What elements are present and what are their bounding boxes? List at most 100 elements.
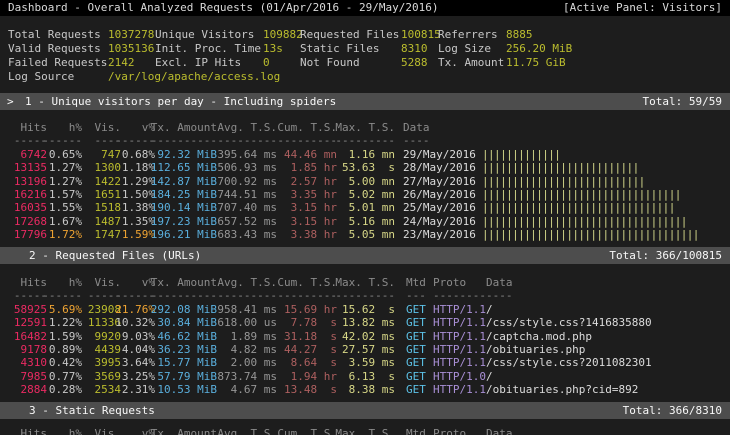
- summary-label: Excl. IP Hits: [155, 56, 241, 69]
- cell-proto: HTTP/1.1: [433, 330, 486, 343]
- cell-proto: HTTP/1.1: [433, 383, 486, 396]
- cell-mtd: GET: [406, 370, 426, 383]
- summary-value: 5288: [401, 56, 428, 69]
- table-row[interactable]: 177961.72%17471.59%196.21 MiB683.43 ms3.…: [0, 228, 730, 241]
- table-row[interactable]: 172681.67%14871.35%197.23 MiB657.52 ms3.…: [0, 215, 730, 228]
- column-header-max: Max. T.S.: [315, 427, 395, 435]
- active-panel-indicator: [Active Panel: Visitors]: [563, 0, 722, 16]
- summary-label: Valid Requests: [8, 42, 101, 55]
- table-row[interactable]: 43100.42%39953.64%15.77 MiB2.00 ms8.64 s…: [0, 356, 730, 369]
- cell-data: /: [486, 303, 493, 316]
- summary-value: 109882: [263, 28, 303, 41]
- summary-label: Failed Requests: [8, 56, 107, 69]
- cell-data: 28/May/2016: [403, 161, 476, 174]
- column-header-data: Data: [486, 276, 513, 289]
- summary-value: 0: [263, 56, 270, 69]
- panel-header-unique-visitors[interactable]: > 1 - Unique visitors per day - Includin…: [0, 93, 730, 110]
- cell-mtd: GET: [406, 330, 426, 343]
- panel-total-count: Total: 59/59: [643, 93, 722, 110]
- panel-header-requested-files[interactable]: 2 - Requested Files (URLs) Total: 366/10…: [0, 247, 730, 264]
- cell-max: 3.59 ms: [315, 356, 395, 369]
- summary-value: 256.20 MiB: [506, 42, 572, 55]
- cell-data: 23/May/2016: [403, 228, 476, 241]
- column-underline: --------: [433, 289, 486, 302]
- panel-header-static-requests[interactable]: 3 - Static Requests Total: 366/8310: [0, 402, 730, 419]
- panel-total-count: Total: 366/100815: [609, 247, 722, 264]
- column-underline: ---------: [315, 289, 395, 302]
- column-underline: ----: [486, 289, 513, 302]
- table-row[interactable]: 91780.89%44394.04%36.23 MiB4.82 ms44.27 …: [0, 343, 730, 356]
- goaccess-dashboard: Dashboard - Overall Analyzed Requests (0…: [0, 0, 730, 435]
- cell-max: 8.38 ms: [315, 383, 395, 396]
- table-row[interactable]: 79850.77%35693.25%57.79 MiB873.74 ms1.94…: [0, 370, 730, 383]
- cell-max: 5.00 mn: [315, 175, 395, 188]
- summary-label: Referrers: [438, 28, 498, 41]
- column-header-mtd: Mtd: [406, 276, 426, 289]
- summary-value: 13s: [263, 42, 283, 55]
- column-underline-row: ----------------------------------------…: [0, 134, 730, 147]
- summary-label: Init. Proc. Time: [155, 42, 261, 55]
- panel-title: 2 - Requested Files (URLs): [29, 247, 201, 264]
- column-underline: ---------: [315, 134, 395, 147]
- title-text: Dashboard - Overall Analyzed Requests (0…: [8, 0, 438, 16]
- summary-label: Log Size: [438, 42, 491, 55]
- cell-mtd: GET: [406, 316, 426, 329]
- cell-max: 6.13 s: [315, 370, 395, 383]
- title-bar: Dashboard - Overall Analyzed Requests (0…: [0, 0, 730, 16]
- summary-value: 1037278: [108, 28, 154, 41]
- table-row[interactable]: 160351.55%15181.38%190.14 MiB707.40 ms3.…: [0, 201, 730, 214]
- hits-bar: ||||||||||||||||||||||||||||||||||||: [482, 228, 699, 241]
- table-row[interactable]: 162161.57%16511.50%184.25 MiB744.51 ms3.…: [0, 188, 730, 201]
- table-row[interactable]: 131351.27%13001.18%112.65 MiB506.93 ms1.…: [0, 161, 730, 174]
- table-row[interactable]: 131961.27%14221.29%142.87 MiB700.92 ms2.…: [0, 175, 730, 188]
- summary-value: 8885: [506, 28, 533, 41]
- cell-max: 13.82 ms: [315, 316, 395, 329]
- cell-max: 5.05 mn: [315, 228, 395, 241]
- cell-mtd: GET: [406, 343, 426, 356]
- cell-proto: HTTP/1.1: [433, 343, 486, 356]
- cell-data: /obituaries.php: [486, 343, 585, 356]
- panel-total-count: Total: 366/8310: [623, 402, 722, 419]
- active-panel-marker-icon: >: [7, 93, 14, 110]
- panel-title: 1 - Unique visitors per day - Including …: [25, 93, 336, 110]
- cell-max: 5.01 mn: [315, 201, 395, 214]
- column-underline: ---: [406, 289, 426, 302]
- column-header-proto: Proto: [433, 427, 466, 435]
- hits-bar: |||||||||||||||||||||||||||: [482, 175, 645, 188]
- cell-max: 5.16 mn: [315, 215, 395, 228]
- summary-label: Log Source: [8, 70, 74, 83]
- cell-data: /captcha.mod.php: [486, 330, 592, 343]
- cell-data: /css/style.css?2011082301: [486, 356, 652, 369]
- summary-label: Unique Visitors: [155, 28, 254, 41]
- cell-proto: HTTP/1.1: [433, 356, 486, 369]
- cell-mtd: GET: [406, 356, 426, 369]
- cell-max: 42.02 ms: [315, 330, 395, 343]
- column-header-max: Max. T.S.: [315, 276, 395, 289]
- summary-row: Total Requests1037278Unique Visitors1098…: [0, 28, 730, 41]
- hits-bar: ||||||||||||||||||||||||||: [482, 161, 639, 174]
- column-header-mtd: Mtd: [406, 427, 426, 435]
- cell-data: 26/May/2016: [403, 188, 476, 201]
- hits-bar: ||||||||||||||||||||||||||||||||||: [482, 215, 687, 228]
- table-row[interactable]: 164821.59%99209.03%46.62 MiB1.89 ms31.18…: [0, 330, 730, 343]
- cell-proto: HTTP/1.0: [433, 370, 486, 383]
- cell-data: /css/style.css?1416835880: [486, 316, 652, 329]
- column-underline-row: ----------------------------------------…: [0, 289, 730, 302]
- summary-value: 11.75 GiB: [506, 56, 566, 69]
- cell-data: 29/May/2016: [403, 148, 476, 161]
- summary-value: 100815: [401, 28, 441, 41]
- summary-value: 8310: [401, 42, 428, 55]
- column-header-proto: Proto: [433, 276, 466, 289]
- column-header-data: Data: [403, 121, 430, 134]
- panel-title: 3 - Static Requests: [29, 402, 155, 419]
- summary-label: Requested Files: [300, 28, 399, 41]
- table-row[interactable]: 589255.69%2390821.76%292.08 MiB958.41 ms…: [0, 303, 730, 316]
- table-row[interactable]: 125911.22%1133610.32%30.84 MiB618.00 us7…: [0, 316, 730, 329]
- column-header-row: Hitsh%Vis.v%Tx. AmountAvg. T.S.Cum. T.S.…: [0, 276, 730, 289]
- cell-max: 1.16 mn: [315, 148, 395, 161]
- cell-max: 15.62 s: [315, 303, 395, 316]
- table-row[interactable]: 28840.28%25342.31%10.53 MiB4.67 ms13.48 …: [0, 383, 730, 396]
- summary-row: Failed Requests2142Excl. IP Hits0Not Fou…: [0, 56, 730, 69]
- column-header-max: Max. T.S.: [315, 121, 395, 134]
- table-row[interactable]: 67420.65%7470.68%92.32 MiB395.64 ms44.46…: [0, 148, 730, 161]
